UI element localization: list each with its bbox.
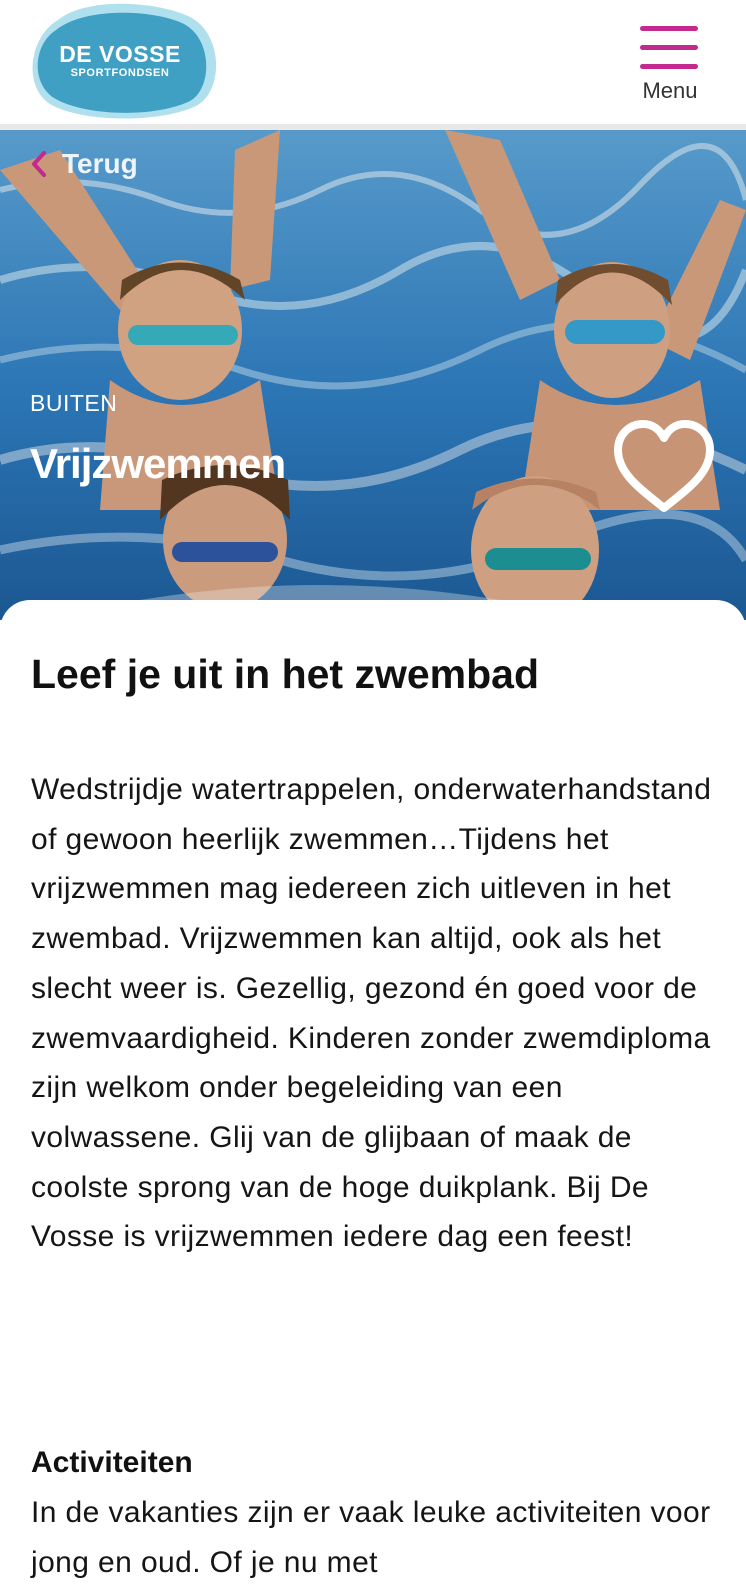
favorite-button[interactable] <box>612 418 716 518</box>
hero-banner <box>0 130 746 620</box>
site-header: DE VOSSE SPORTFONDSEN Menu <box>0 0 746 124</box>
content-card: Leef je uit in het zwembad Wedstrijdje w… <box>0 600 746 1585</box>
activities-heading: Activiteiten <box>31 1446 193 1479</box>
menu-button[interactable]: Menu <box>628 22 712 112</box>
hero-category: BUITEN <box>30 390 118 416</box>
brand-logo[interactable]: DE VOSSE SPORTFONDSEN <box>28 0 220 122</box>
menu-label: Menu <box>642 78 698 103</box>
back-link[interactable]: Terug <box>30 148 138 180</box>
activities-body: In de vakanties zijn er vaak leuke activ… <box>31 1496 711 1579</box>
logo-subtitle: SPORTFONDSEN <box>70 67 170 79</box>
chevron-left-icon <box>32 151 46 177</box>
hero-photo <box>0 130 746 620</box>
logo-title: DE VOSSE <box>59 41 181 67</box>
heart-outline-icon <box>614 420 714 512</box>
content-heading: Leef je uit in het zwembad <box>31 651 540 697</box>
content-body: Wedstrijdje watertrappelen, onderwaterha… <box>31 773 712 1254</box>
hamburger-menu-icon <box>640 26 698 70</box>
hero-title: Vrijzwemmen <box>30 440 286 487</box>
back-label: Terug <box>62 148 138 179</box>
